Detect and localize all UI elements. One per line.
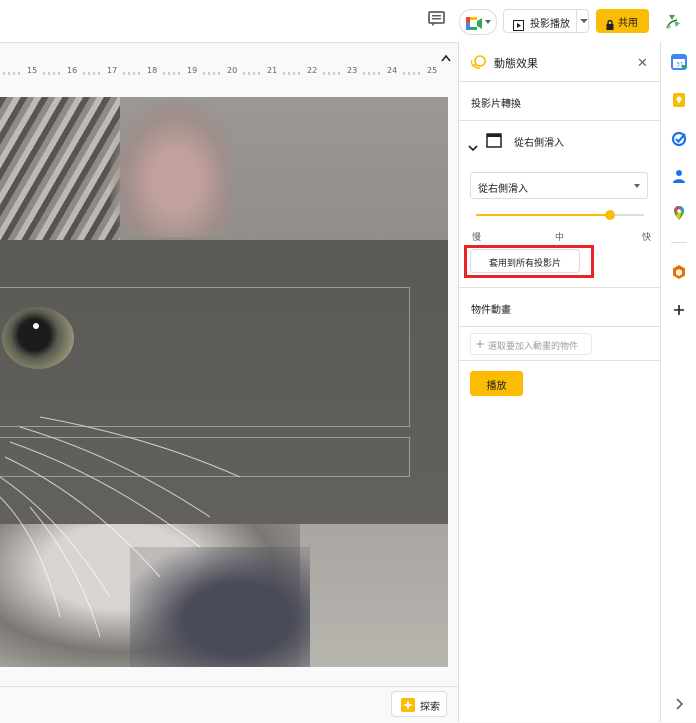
play-icon [513,16,524,35]
close-icon[interactable]: ✕ [637,56,648,71]
avatar[interactable] [663,11,683,31]
ruler-label: 25 [427,66,438,75]
ruler-label: 17 [107,66,118,75]
explore-label: 探索 [420,702,440,713]
maps-icon[interactable] [671,205,687,221]
lock-icon [606,15,614,34]
calendar-icon[interactable]: 31 [671,54,687,70]
add-addon-icon[interactable] [671,302,687,318]
share-button[interactable]: 共用 [596,9,649,33]
speed-slow-label: 慢 [472,233,482,243]
ruler-label: 15 [27,66,38,75]
explore-button[interactable]: 探索 [391,691,447,717]
ruler-label: 16 [67,66,78,75]
side-panel-rail: 31 [660,42,696,722]
ruler-label: 24 [387,66,398,75]
transition-name: 從右側滑入 [514,138,564,149]
speed-slider-thumb[interactable] [605,210,615,220]
share-label: 共用 [618,18,638,29]
add-animation-label: 選取要加入動畫的物件 [488,342,579,352]
motion-panel: 動態效果 ✕ 投影片轉換 從右側滑入 從右側滑入 慢 中 快 套用到所有投影片 … [458,42,661,722]
explore-icon [401,697,415,716]
ruler: 15 16 17 18 19 20 21 22 23 24 25 [0,66,448,78]
add-animation-button[interactable]: + 選取要加入動畫的物件 [470,333,592,355]
speed-slider-fill [476,214,610,216]
meet-button[interactable] [459,9,497,35]
ruler-label: 20 [227,66,238,75]
ruler-label: 22 [307,66,318,75]
object-animation-heading: 物件動畫 [471,305,511,316]
keep-icon[interactable] [671,92,687,108]
ruler-label: 18 [147,66,158,75]
slide-canvas[interactable] [0,97,448,667]
subtitle-placeholder[interactable] [0,437,410,477]
slide-transition-heading: 投影片轉換 [471,99,521,110]
select-caret-icon [634,184,640,188]
transition-icon [486,133,502,152]
svg-text:31: 31 [676,62,684,69]
contacts-icon[interactable] [671,168,687,184]
collapse-icon[interactable] [440,48,452,62]
panel-title: 動態效果 [494,57,538,70]
speed-medium-label: 中 [555,233,565,243]
comment-icon[interactable] [428,11,448,29]
red-highlight-box [464,245,594,278]
ruler-label: 21 [267,66,278,75]
speaker-notes-bar [0,686,458,723]
title-placeholder[interactable] [0,287,410,427]
motion-icon [470,54,487,74]
slideshow-options-icon[interactable] [580,19,588,23]
play-button[interactable]: 播放 [470,371,523,396]
transition-select-value: 從右側滑入 [478,184,528,195]
plus-icon: + [475,337,486,351]
slideshow-button[interactable]: 投影播放 [503,9,589,33]
transition-select[interactable]: 從右側滑入 [470,172,648,199]
ruler-label: 23 [347,66,358,75]
speed-fast-label: 快 [642,233,652,243]
top-toolbar: 投影播放 共用 [0,0,696,43]
expand-panel-icon[interactable] [671,696,687,712]
chevron-down-icon[interactable] [468,137,478,156]
meet-icon [466,15,482,34]
ruler-label: 19 [187,66,198,75]
play-label: 播放 [486,381,507,392]
tasks-icon[interactable] [671,131,687,147]
office-addon-icon[interactable] [671,264,687,280]
slideshow-label: 投影播放 [530,19,570,30]
